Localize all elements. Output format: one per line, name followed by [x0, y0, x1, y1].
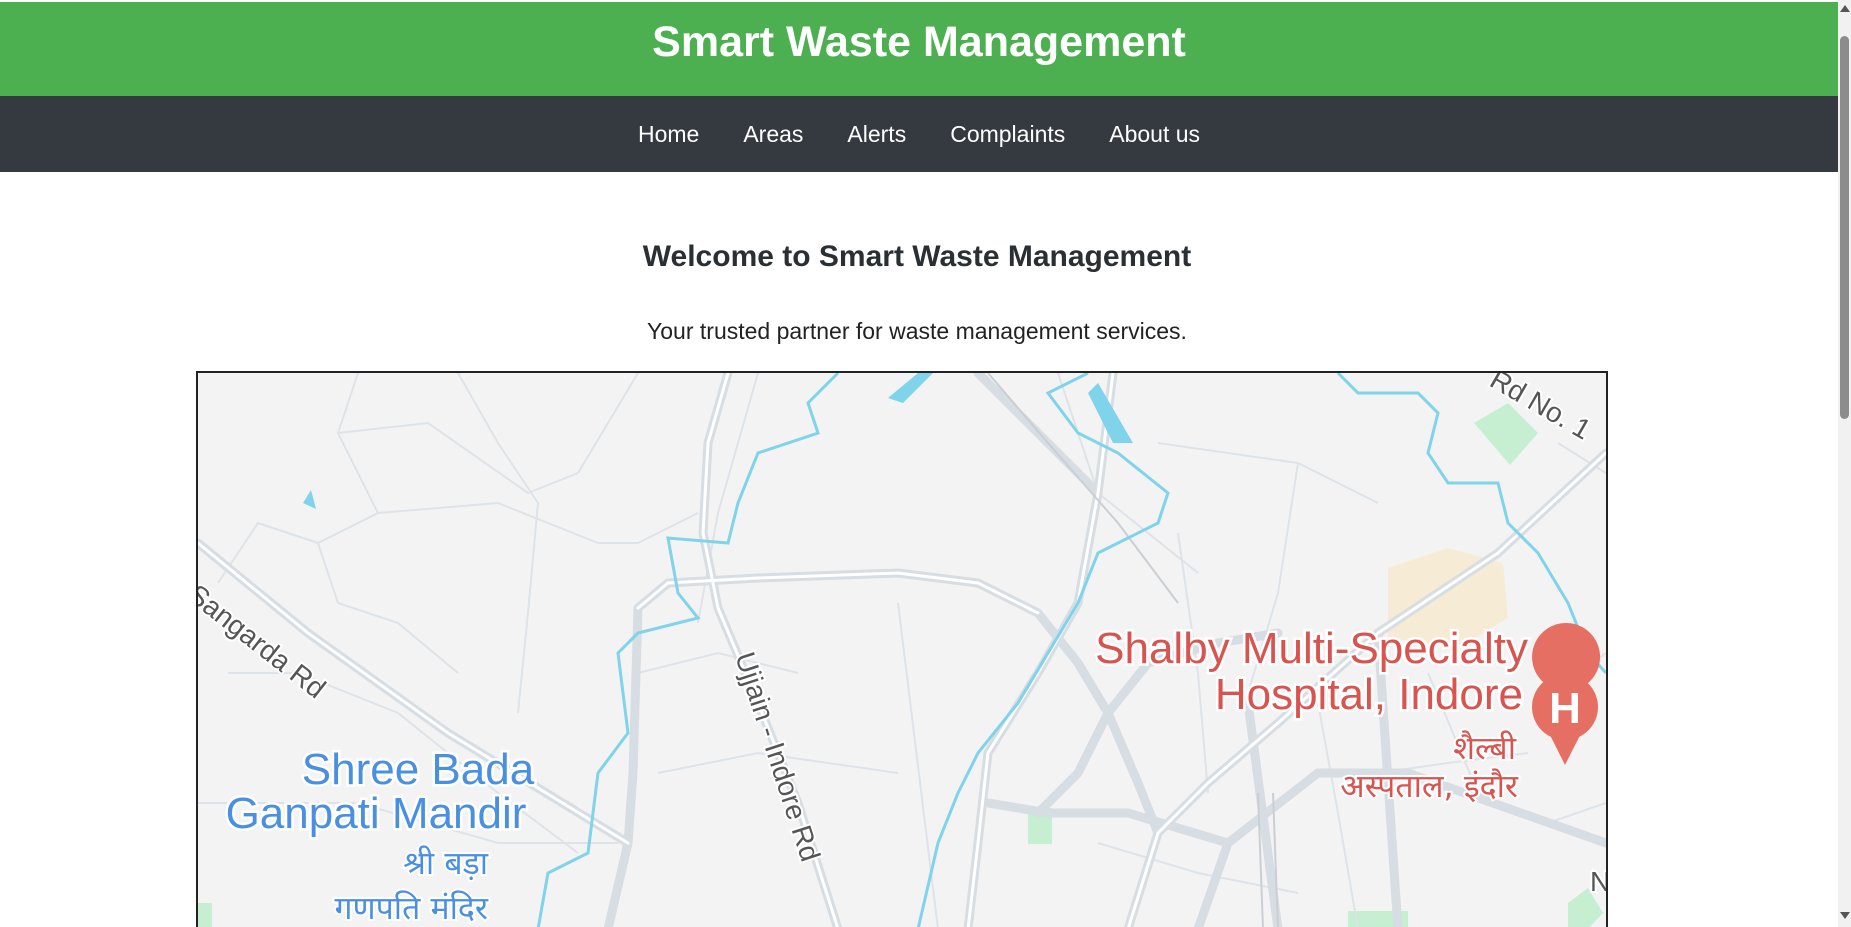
site-header: Smart Waste Management — [0, 2, 1838, 96]
map-poi-hospital-label-hindi: शैल्बी — [1453, 729, 1516, 767]
page-scrollbar[interactable] — [1838, 0, 1851, 927]
scroll-up-arrow-icon[interactable] — [1840, 5, 1850, 12]
map-poi-hospital-label[interactable]: Hospital, Indore — [1212, 668, 1525, 722]
map-poi-hospital-label[interactable]: Shalby Multi-Specialty — [1093, 622, 1531, 676]
welcome-heading: Welcome to Smart Waste Management — [642, 240, 1192, 273]
map-poi-temple-label-hindi: गणपति मंदिर — [334, 889, 488, 927]
scroll-down-arrow-icon[interactable] — [1840, 912, 1850, 919]
main-nav: Home Areas Alerts Complaints About us — [0, 96, 1838, 172]
nav-about-us[interactable]: About us — [1109, 121, 1200, 148]
map-edge-label: N — [1590, 866, 1606, 897]
scrollbar-thumb[interactable] — [1840, 36, 1849, 419]
nav-areas[interactable]: Areas — [743, 121, 803, 148]
park-area — [198, 903, 212, 927]
tagline: Your trusted partner for waste managemen… — [647, 318, 1187, 344]
map-embed[interactable]: Rd No. 1 Sangarda Rd Ujjain - Indore Rd … — [196, 371, 1608, 927]
map-poi-temple-label-hindi: श्री बड़ा — [403, 844, 489, 882]
hospital-marker-letter: H — [1549, 684, 1581, 733]
site-title: Smart Waste Management — [652, 17, 1186, 66]
map-poi-hospital-label-hindi: अस्पताल, इंदौर — [1340, 767, 1519, 805]
nav-alerts[interactable]: Alerts — [847, 121, 906, 148]
map-poi-temple-label[interactable]: Ganpati Mandir — [223, 787, 529, 841]
nav-home[interactable]: Home — [638, 121, 699, 148]
map-poi-temple-label[interactable]: Shree Bada — [299, 743, 537, 797]
nav-complaints[interactable]: Complaints — [950, 121, 1065, 148]
map-canvas[interactable]: Rd No. 1 Sangarda Rd Ujjain - Indore Rd … — [198, 373, 1606, 927]
